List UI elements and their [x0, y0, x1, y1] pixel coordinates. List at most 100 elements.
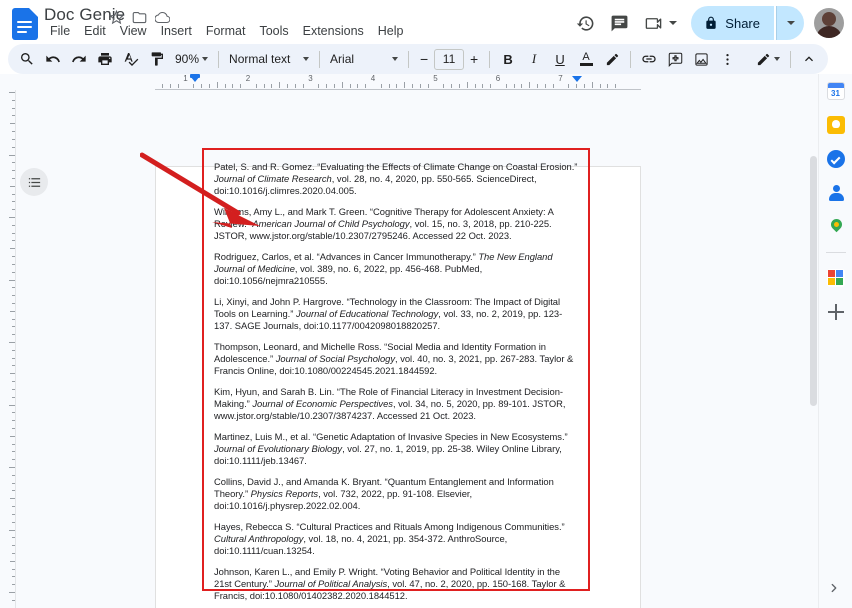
share-dropdown-button[interactable] — [776, 6, 804, 40]
ruler-tick — [326, 84, 328, 88]
italic-button[interactable]: I — [521, 46, 547, 72]
menu-file[interactable]: File — [44, 22, 76, 41]
insert-link-icon[interactable] — [636, 46, 662, 72]
google-calendar-icon[interactable]: 31 — [825, 80, 847, 102]
vertical-ruler[interactable] — [0, 90, 16, 608]
meet-caret-icon[interactable] — [669, 21, 678, 25]
citation-williams: Williams, Amy L., and Mark T. Green. “Co… — [214, 206, 580, 242]
citation-journal-title: Physics Reports — [250, 487, 319, 499]
account-avatar[interactable] — [814, 8, 844, 38]
highlight-pen-icon[interactable] — [599, 46, 625, 72]
ruler-ticks: 1 2 3 4 5 6 7 — [155, 74, 641, 90]
vruler-tick — [12, 131, 15, 133]
citation-text: Hayes, Rebecca S. “Cultural Practices an… — [214, 520, 565, 532]
vruler-tick — [12, 302, 15, 304]
text-color-label: A — [582, 51, 590, 63]
ruler-tick — [537, 84, 539, 88]
citation-patel: Patel, S. and R. Gomez. “Evaluating the … — [214, 161, 580, 197]
meet-call-button[interactable] — [637, 7, 683, 39]
vruler-tick — [12, 568, 15, 570]
vruler-tick — [9, 592, 15, 593]
ruler-number: 4 — [370, 74, 376, 83]
vruler-tick — [12, 388, 15, 390]
text-color-button[interactable]: A — [573, 46, 599, 72]
ruler-tick — [224, 84, 226, 88]
text-color-swatch — [579, 63, 593, 66]
google-keep-icon[interactable] — [825, 114, 847, 136]
google-docs-logo[interactable] — [12, 8, 38, 40]
increase-font-size-button[interactable]: + — [464, 46, 484, 72]
ruler-tick — [482, 84, 484, 88]
font-family-dropdown[interactable]: Arial — [325, 47, 403, 71]
vruler-tick — [12, 420, 15, 422]
vruler-tick — [12, 209, 15, 211]
more-options-icon[interactable] — [714, 46, 740, 72]
add-addon-button[interactable] — [825, 301, 847, 323]
vruler-tick — [9, 279, 15, 281]
vruler-tick — [10, 435, 15, 437]
bold-button[interactable]: B — [495, 46, 521, 72]
comment-history-icon[interactable] — [603, 7, 635, 39]
expand-chevron-right-icon[interactable] — [824, 578, 844, 598]
ruler-tick — [263, 84, 265, 88]
vruler-tick — [12, 326, 15, 328]
share-caret-icon — [786, 21, 795, 25]
menu-insert[interactable]: Insert — [155, 22, 198, 41]
meet-camera-icon[interactable] — [637, 7, 669, 39]
ruler-number: 1 — [183, 74, 188, 83]
zoom-level-dropdown[interactable]: 90% — [170, 47, 213, 71]
ruler-tick — [279, 82, 281, 88]
ruler-tick — [169, 84, 171, 88]
right-indent-marker[interactable] — [572, 76, 582, 82]
google-contacts-icon[interactable] — [825, 182, 847, 204]
toolbar-divider — [630, 50, 632, 68]
decrease-font-size-button[interactable]: − — [414, 46, 434, 72]
redo-icon[interactable] — [66, 46, 92, 72]
menu-format[interactable]: Format — [200, 22, 252, 41]
version-history-icon[interactable] — [569, 7, 601, 39]
underline-button[interactable]: U — [547, 46, 573, 72]
insert-image-icon[interactable] — [688, 46, 714, 72]
paint-format-icon[interactable] — [144, 46, 170, 72]
chevron-down-icon — [303, 57, 310, 61]
menu-tools[interactable]: Tools — [253, 22, 294, 41]
ruler-tick — [294, 84, 296, 88]
citation-li: Li, Xinyi, and John P. Hargrove. “Techno… — [214, 296, 580, 332]
vruler-tick — [12, 482, 15, 484]
addon-slides-icon[interactable] — [825, 267, 847, 289]
vertical-scrollbar-thumb[interactable] — [810, 156, 817, 406]
citation-journal-title: American Journal of Child Psychology — [252, 218, 410, 230]
editing-mode-dropdown[interactable] — [751, 47, 785, 71]
toolbar-divider — [489, 50, 491, 68]
chevron-down-icon — [202, 57, 209, 61]
citation-journal-title: Journal of Social Psychology — [275, 352, 396, 364]
vruler-baseline — [15, 90, 16, 608]
ruler-tick — [302, 84, 304, 88]
collapse-chevron-up-icon[interactable] — [796, 46, 822, 72]
font-size-input[interactable]: 11 — [434, 48, 465, 70]
add-comment-icon[interactable] — [662, 46, 688, 72]
ruler-tick — [349, 84, 351, 88]
share-button[interactable]: Share — [691, 6, 774, 40]
ruler-tick — [240, 84, 242, 88]
horizontal-ruler[interactable]: 1 2 3 4 5 6 7 — [0, 74, 818, 90]
vruler-tick — [12, 357, 15, 359]
first-line-indent-marker[interactable] — [190, 74, 200, 78]
search-icon[interactable] — [14, 46, 40, 72]
vruler-tick — [12, 459, 15, 461]
google-maps-icon[interactable] — [825, 216, 847, 238]
undo-icon[interactable] — [40, 46, 66, 72]
menu-edit[interactable]: Edit — [78, 22, 112, 41]
show-document-outline[interactable] — [20, 168, 48, 196]
spellcheck-icon[interactable] — [118, 46, 144, 72]
citation-journal-title: Journal of Climate Research — [214, 173, 332, 185]
menu-view[interactable]: View — [114, 22, 153, 41]
document-body-text[interactable]: Patel, S. and R. Gomez. “Evaluating the … — [214, 161, 580, 608]
google-tasks-icon[interactable] — [825, 148, 847, 170]
paragraph-style-dropdown[interactable]: Normal text — [224, 47, 314, 71]
menu-extensions[interactable]: Extensions — [297, 22, 370, 41]
vruler-tick — [12, 287, 15, 289]
print-icon[interactable] — [92, 46, 118, 72]
ruler-tick — [396, 84, 398, 88]
menu-help[interactable]: Help — [372, 22, 410, 41]
